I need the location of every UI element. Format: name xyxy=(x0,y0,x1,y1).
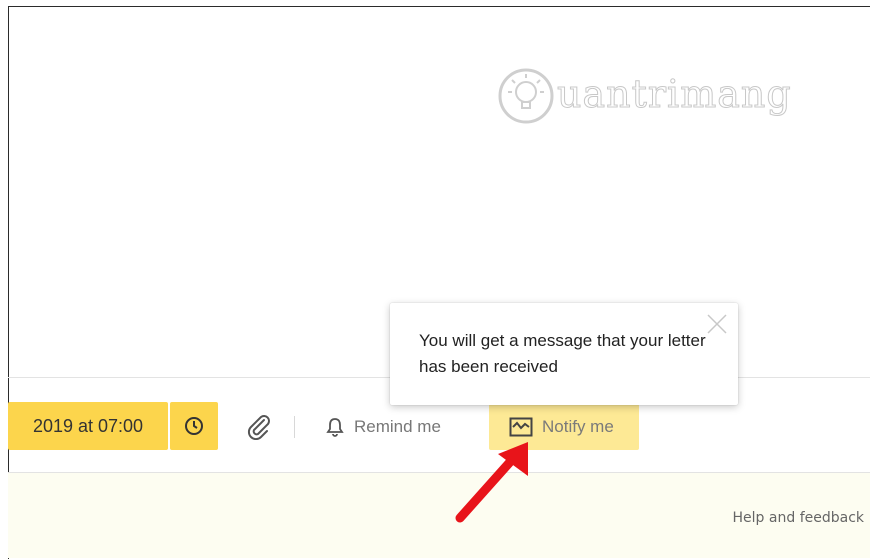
send-date-button[interactable]: 2019 at 07:00 xyxy=(8,402,168,450)
close-icon xyxy=(707,314,727,334)
remind-me-label: Remind me xyxy=(354,417,441,436)
attach-button[interactable] xyxy=(246,414,274,441)
notify-tooltip: You will get a message that your letter … xyxy=(390,303,738,405)
paperclip-icon xyxy=(247,415,270,441)
watermark-logo: uantrimang xyxy=(495,62,815,132)
footer-bar: Help and feedback xyxy=(8,473,870,558)
tooltip-close-button[interactable] xyxy=(705,312,729,336)
clock-icon xyxy=(185,417,203,435)
compose-toolbar: 2019 at 07:00 Remind me Notify me xyxy=(8,402,870,452)
send-date-label: 2019 at 07:00 xyxy=(32,415,144,436)
red-arrow-annotation xyxy=(455,442,528,523)
bulb-logo-icon xyxy=(498,68,554,124)
schedule-time-button[interactable] xyxy=(170,402,218,450)
toolbar-separator xyxy=(294,416,295,438)
envelope-check-icon xyxy=(509,417,533,437)
tooltip-message: You will get a message that your letter … xyxy=(419,331,706,376)
notify-me-label: Notify me xyxy=(542,417,614,436)
help-feedback-link[interactable]: Help and feedback xyxy=(733,510,864,526)
remind-me-button[interactable]: Remind me xyxy=(326,410,441,444)
watermark-text: uantrimang xyxy=(557,72,792,117)
bell-icon xyxy=(326,418,344,437)
